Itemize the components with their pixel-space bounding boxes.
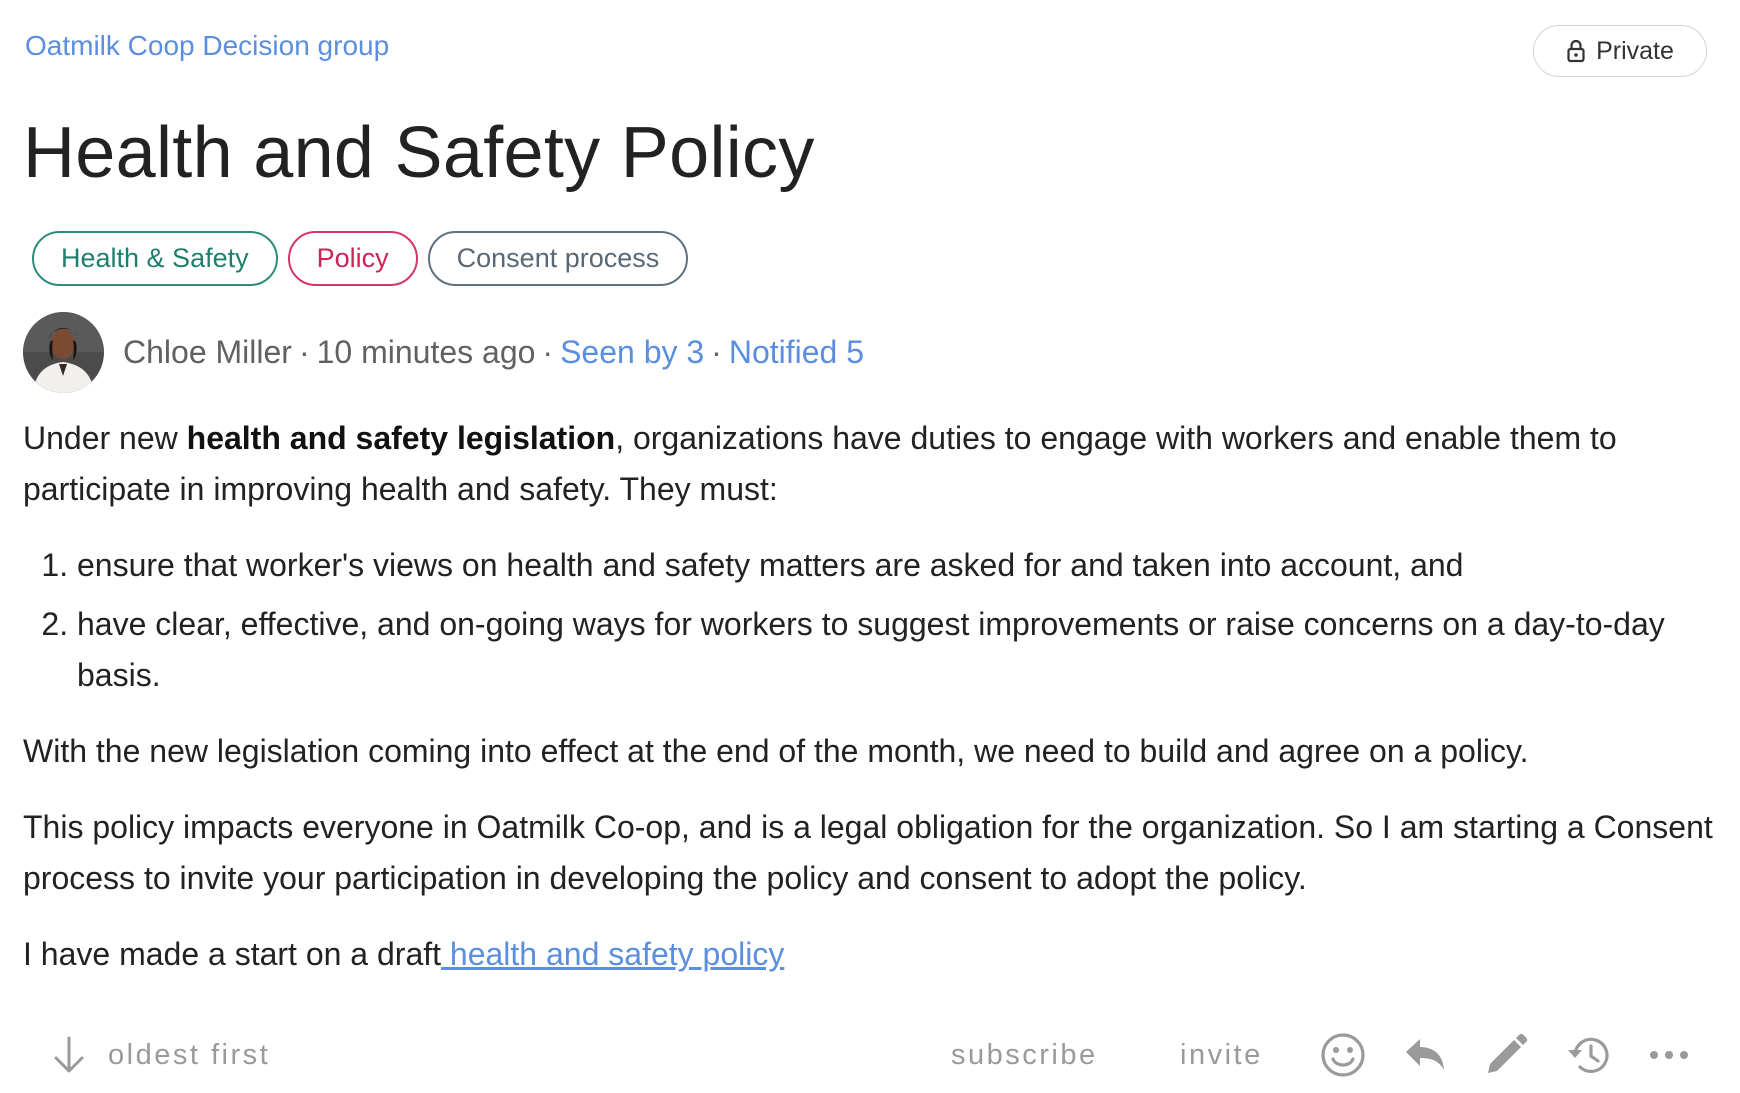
group-link[interactable]: Oatmilk Coop Decision group [25,30,389,62]
edit-icon[interactable] [1483,1032,1529,1078]
notified-link[interactable]: Notified 5 [729,334,864,371]
body-bold-text: health and safety legislation [186,420,616,456]
tag-health-safety[interactable]: Health & Safety [32,231,278,286]
body-paragraph: I have made a start on a draft health an… [23,929,1713,980]
thread-meta: Chloe Miller · 10 minutes ago · Seen by … [23,312,864,393]
body-paragraph: With the new legislation coming into eff… [23,733,1529,769]
meta-separator: · [711,334,722,370]
tag-list: Health & Safety Policy Consent process [32,231,689,286]
sort-toggle[interactable]: oldest first [52,1025,270,1085]
privacy-label: Private [1596,36,1674,65]
page-title: Health and Safety Policy [23,113,815,193]
sort-label: oldest first [108,1038,271,1071]
privacy-button[interactable]: Private [1533,25,1707,77]
action-bar: oldest first subscribe invite [0,1025,1740,1085]
meta-separator: · [298,334,310,370]
list-item: have clear, effective, and on-going ways… [77,599,1713,701]
seen-by-link[interactable]: Seen by 3 [560,334,704,371]
body-text: I have made a start on a draft [23,936,442,972]
tag-consent-process[interactable]: Consent process [427,231,689,286]
more-icon[interactable] [1646,1032,1692,1078]
body-list: ensure that worker's views on health and… [23,540,1713,701]
body-paragraph: This policy impacts everyone in Oatmilk … [23,809,1713,896]
lock-icon [1567,39,1585,63]
thread-body: Under new health and safety legislation,… [23,413,1713,1005]
author-name[interactable]: Chloe Miller [123,334,292,371]
subscribe-button[interactable]: subscribe [951,1025,1098,1085]
arrow-down-icon [54,1036,84,1073]
invite-button[interactable]: invite [1180,1025,1263,1085]
reply-icon[interactable] [1402,1032,1448,1078]
timestamp[interactable]: 10 minutes ago [317,334,536,371]
avatar[interactable] [23,312,104,393]
list-item: ensure that worker's views on health and… [77,540,1713,591]
emoji-icon[interactable] [1320,1032,1366,1078]
body-text: Under new [23,420,187,456]
tag-policy[interactable]: Policy [287,231,418,286]
history-icon[interactable] [1566,1032,1612,1078]
policy-draft-link[interactable]: health and safety policy [441,936,784,972]
meta-separator: · [542,334,554,370]
body-paragraph: Under new health and safety legislation,… [23,413,1713,515]
